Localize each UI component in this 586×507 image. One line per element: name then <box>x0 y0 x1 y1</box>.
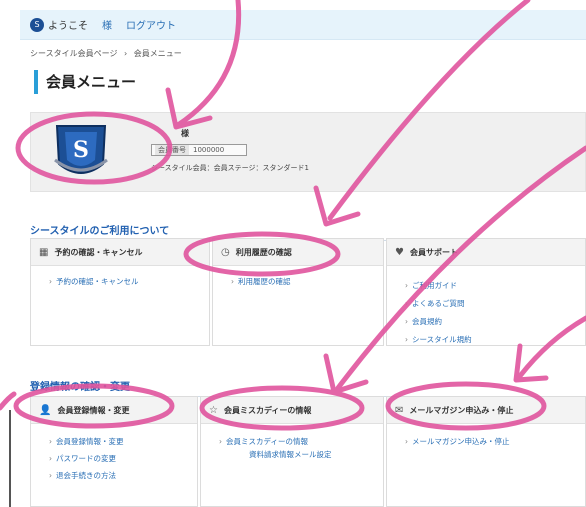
card-links: › 会員ミスカディーの情報 資料請求情報メール設定 <box>201 424 383 460</box>
top-bar: S ようこそ 様 ログアウト <box>20 10 586 40</box>
card-member-support: ♥ 会員サポート › ご利用ガイド › よくあるご質問 › 会員規約 › シースタイル規… <box>386 238 586 346</box>
breadcrumb-current: 会員メニュー <box>133 49 182 58</box>
member-id-box: 会員番号 1000000 <box>151 144 247 156</box>
chevron-right-icon: › <box>49 471 52 480</box>
chevron-right-icon: › <box>231 277 234 286</box>
chevron-right-icon: › <box>49 437 52 446</box>
user-suffix: 様 <box>102 21 112 32</box>
welcome-text: ようこそ <box>48 21 88 32</box>
chevron-right-icon: › <box>405 317 408 326</box>
member-stage: シースタイル会員：会員ステージ：スタンダード1 <box>151 164 309 172</box>
link-mail-magazine[interactable]: › メールマガジン申込み・停止 <box>405 436 585 447</box>
link-password-change[interactable]: › パスワードの変更 <box>49 453 197 464</box>
card-links: › 会員登録情報・変更 › パスワードの変更 › 退会手続きの方法 <box>31 424 197 481</box>
card-member-info: 👤 会員登録情報・変更 › 会員登録情報・変更 › パスワードの変更 › 退会手続きの… <box>30 396 198 507</box>
card-links: › 予約の確認・キャンセル <box>31 266 209 287</box>
chevron-right-icon: › <box>405 437 408 446</box>
chevron-right-icon: › <box>405 335 408 344</box>
person-icon: 👤 <box>39 404 52 416</box>
card-head-reservation: ▦ 予約の確認・キャンセル <box>31 239 209 266</box>
card-mail-magazine: ✉ メールマガジン申込み・停止 › メールマガジン申込み・停止 <box>386 396 586 507</box>
link-member-info-change[interactable]: › 会員登録情報・変更 <box>49 436 197 447</box>
chevron-right-icon: › <box>405 281 408 290</box>
link-faq[interactable]: › よくあるご質問 <box>405 298 585 309</box>
link-misscaddy-info[interactable]: › 会員ミスカディーの情報 資料請求情報メール設定 <box>219 436 383 460</box>
link-reservation-cancel[interactable]: › 予約の確認・キャンセル <box>49 276 209 287</box>
link-seastyle-terms[interactable]: › シースタイル規約 <box>405 334 585 345</box>
card-head-usage-history: ◷ 利用履歴の確認 <box>213 239 383 266</box>
annotation-stub-left <box>0 391 17 411</box>
section-title-registration: 登録情報の確認・変更 <box>30 378 570 397</box>
left-edge-line <box>9 410 11 507</box>
card-misscaddy: ☆ 会員ミスカディーの情報 › 会員ミスカディーの情報 資料請求情報メール設定 <box>200 396 384 507</box>
annotation-arrowhead-history <box>313 185 361 227</box>
chevron-right-icon: › <box>405 299 408 308</box>
heart-icon: ♥ <box>395 246 404 258</box>
breadcrumb-home[interactable]: シースタイル会員ページ <box>30 49 117 58</box>
breadcrumb-sep: › <box>124 49 128 58</box>
logo-icon: S <box>30 17 44 32</box>
star-icon: ☆ <box>209 404 218 416</box>
calendar-icon: ▦ <box>39 246 49 258</box>
card-links: › ご利用ガイド › よくあるご質問 › 会員規約 › シースタイル規約 <box>387 266 585 345</box>
link-guide[interactable]: › ご利用ガイド <box>405 280 585 291</box>
svg-text:S: S <box>73 137 89 163</box>
link-withdraw[interactable]: › 退会手続きの方法 <box>49 470 197 481</box>
link-mail-settings[interactable]: 資料請求情報メール設定 <box>219 449 383 460</box>
annotation-arrowhead-mail <box>513 343 549 383</box>
profile-panel: S 様 会員番号 1000000 シースタイル会員：会員ステージ：スタンダード1 <box>30 112 586 192</box>
card-title: メールマガジン申込み・停止 <box>409 405 514 415</box>
logout-link[interactable]: ログアウト <box>126 17 176 32</box>
profile-name: 様 <box>181 129 189 138</box>
card-usage-history: ◷ 利用履歴の確認 › 利用履歴の確認 <box>212 238 384 346</box>
card-links: › 利用履歴の確認 <box>213 266 383 287</box>
link-usage-history[interactable]: › 利用履歴の確認 <box>231 276 383 287</box>
card-title: 予約の確認・キャンセル <box>54 247 143 257</box>
member-id-value: 1000000 <box>193 146 225 154</box>
member-emblem-icon: S <box>54 125 108 174</box>
card-title: 会員サポート <box>409 247 458 257</box>
card-reservation: ▦ 予約の確認・キャンセル › 予約の確認・キャンセル <box>30 238 210 346</box>
card-title: 会員ミスカディーの情報 <box>223 405 312 415</box>
page-title: 会員メニュー <box>34 70 136 94</box>
chevron-right-icon: › <box>219 437 222 446</box>
card-head-mail-magazine: ✉ メールマガジン申込み・停止 <box>387 397 585 424</box>
card-title: 会員登録情報・変更 <box>57 405 130 415</box>
link-terms[interactable]: › 会員規約 <box>405 316 585 327</box>
card-head-member-support: ♥ 会員サポート <box>387 239 585 266</box>
clock-icon: ◷ <box>221 246 230 258</box>
mail-icon: ✉ <box>395 404 404 416</box>
card-title: 利用履歴の確認 <box>235 247 292 257</box>
member-id-label: 会員番号 <box>155 145 189 155</box>
card-head-misscaddy: ☆ 会員ミスカディーの情報 <box>201 397 383 424</box>
card-links: › メールマガジン申込み・停止 <box>387 424 585 447</box>
card-head-member-info: 👤 会員登録情報・変更 <box>31 397 197 424</box>
chevron-right-icon: › <box>49 277 52 286</box>
welcome-area: S ようこそ <box>30 17 88 32</box>
breadcrumb: シースタイル会員ページ › 会員メニュー <box>30 48 186 59</box>
chevron-right-icon: › <box>49 454 52 463</box>
